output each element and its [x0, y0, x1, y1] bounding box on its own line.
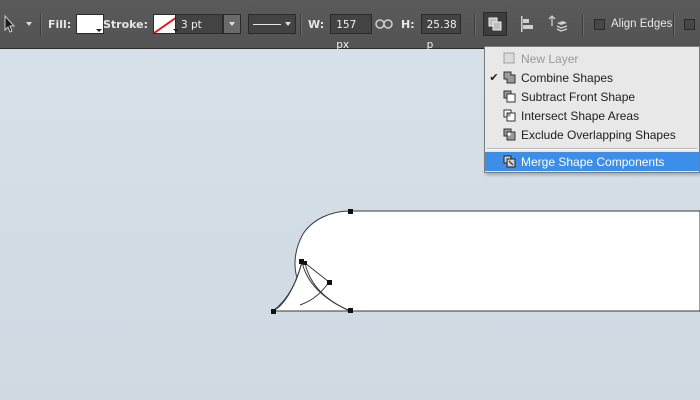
width-field[interactable]: 157 px [330, 14, 373, 51]
menu-item-label: Intersect Shape Areas [521, 108, 640, 123]
rounded-rectangle-shape [294, 210, 700, 312]
chevron-down-icon [96, 29, 103, 32]
merge-shape-components-icon [503, 155, 516, 168]
fill-label: Fill: [48, 17, 72, 31]
path-operations-icon [488, 17, 502, 31]
anchor-point[interactable] [327, 280, 332, 285]
toolbar-divider [40, 14, 42, 36]
menu-item-label: Merge Shape Components [521, 154, 665, 169]
stroke-line-preview [253, 23, 281, 25]
menu-item-label: Subtract Front Shape [521, 89, 636, 104]
path-operations-button[interactable] [483, 12, 507, 36]
height-field[interactable]: 25.38 p [420, 14, 461, 51]
anchor-point[interactable] [271, 309, 276, 314]
chevron-down-icon [229, 22, 235, 26]
tool-preset-picker[interactable] [2, 0, 32, 48]
menu-item-label: Exclude Overlapping Shapes [521, 127, 676, 142]
anchor-point[interactable] [348, 308, 353, 313]
menu-item-label: Combine Shapes [521, 70, 614, 85]
chevron-down-icon [285, 22, 291, 26]
checkmark-icon: ✔ [489, 72, 499, 84]
align-edges-label[interactable]: Align Edges [611, 18, 672, 30]
chevron-down-icon [26, 22, 32, 26]
path-arrangement-icon [548, 15, 568, 32]
menu-item-merge-shape-components[interactable]: Merge Shape Components [485, 152, 699, 171]
path-alignment-button[interactable] [515, 12, 539, 36]
toolbar-divider [474, 14, 476, 36]
menu-item-exclude-overlapping-shapes[interactable]: Exclude Overlapping Shapes [485, 125, 699, 144]
toolbar-divider [582, 14, 584, 36]
anchor-point[interactable] [303, 261, 307, 265]
path-selection-tool-icon [4, 14, 16, 33]
toolbar-divider [673, 14, 675, 36]
menu-item-combine-shapes[interactable]: ✔ Combine Shapes [485, 68, 699, 87]
path-arrangement-button[interactable] [546, 12, 570, 36]
path-alignment-icon [521, 16, 533, 32]
constrain-path-dragging-checkbox[interactable] [684, 18, 695, 30]
options-bar: Fill: Stroke: 3 pt W: 157 px H: 25.38 p … [0, 0, 700, 51]
stroke-width-field[interactable]: 3 pt [175, 14, 223, 34]
fill-swatch-button[interactable] [76, 14, 105, 34]
menu-item-label: New Layer [521, 51, 579, 66]
subtract-front-shape-icon [503, 90, 516, 103]
menu-item-subtract-front-shape[interactable]: Subtract Front Shape [485, 87, 699, 106]
width-label: W: [308, 17, 325, 31]
menu-item-intersect-shape-areas[interactable]: Intersect Shape Areas [485, 106, 699, 125]
stroke-type-dropdown[interactable] [248, 0, 296, 48]
intersect-shape-areas-icon [503, 109, 516, 122]
new-layer-icon [503, 52, 515, 64]
anchor-point[interactable] [348, 209, 353, 214]
stroke-width-dropdown-button[interactable] [223, 14, 241, 34]
align-edges-checkbox[interactable] [594, 18, 605, 30]
height-label: H: [401, 17, 415, 31]
chevron-down-icon [173, 29, 180, 32]
toolbar-divider [300, 14, 302, 36]
link-dimensions-icon[interactable] [375, 18, 393, 30]
exclude-overlapping-shapes-icon [503, 128, 516, 141]
menu-separator [487, 148, 697, 150]
stroke-label: Stroke: [103, 17, 149, 31]
combine-shapes-icon [503, 71, 516, 84]
menu-item-new-layer[interactable]: New Layer [485, 49, 699, 68]
path-operations-menu: New Layer ✔ Combine Shapes Subtract Fron… [484, 46, 700, 173]
